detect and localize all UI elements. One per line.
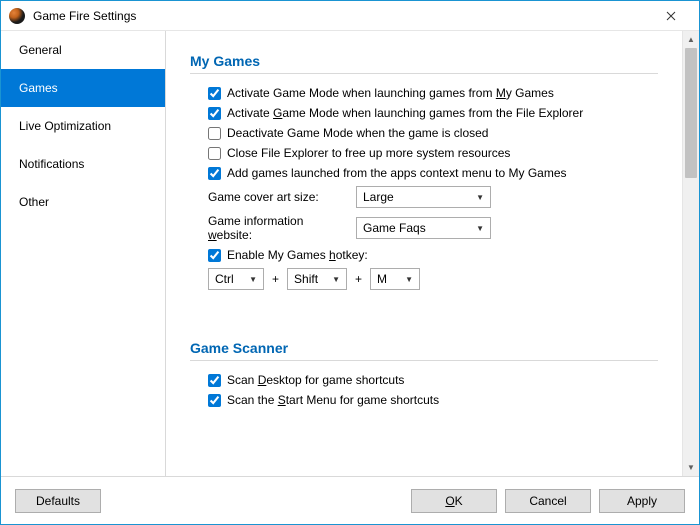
body: General Games Live Optimization Notifica… <box>1 31 699 476</box>
sidebar-item-other[interactable]: Other <box>1 183 165 221</box>
chevron-down-icon: ▼ <box>476 193 484 202</box>
label-add-context-menu: Add games launched from the apps context… <box>227 166 567 180</box>
option-scan-startmenu: Scan the Start Menu for game shortcuts <box>208 393 658 407</box>
label-scan-startmenu: Scan the Start Menu for game shortcuts <box>227 393 439 407</box>
label-enable-hotkey: Enable My Games hotkey: <box>227 248 368 262</box>
option-add-context-menu: Add games launched from the apps context… <box>208 166 658 180</box>
select-cover-art-size[interactable]: Large ▼ <box>356 186 491 208</box>
option-scan-desktop: Scan Desktop for game shortcuts <box>208 373 658 387</box>
scroll-down-icon[interactable]: ▼ <box>683 459 699 476</box>
section-title-mygames: My Games <box>190 53 658 69</box>
select-hotkey-2[interactable]: Shift ▼ <box>287 268 347 290</box>
scroll-up-icon[interactable]: ▲ <box>683 31 699 48</box>
checkbox-enable-hotkey[interactable] <box>208 249 221 262</box>
sidebar-item-notifications[interactable]: Notifications <box>1 145 165 183</box>
sidebar-item-general[interactable]: General <box>1 31 165 69</box>
checkbox-scan-desktop[interactable] <box>208 374 221 387</box>
sidebar-item-live-optimization[interactable]: Live Optimization <box>1 107 165 145</box>
select-hotkey-1-value: Ctrl <box>215 272 234 286</box>
row-info-website: Game information website: Game Faqs ▼ <box>208 214 658 242</box>
titlebar: Game Fire Settings <box>1 1 699 31</box>
select-info-website[interactable]: Game Faqs ▼ <box>356 217 491 239</box>
chevron-down-icon: ▼ <box>332 275 340 284</box>
checkbox-scan-startmenu[interactable] <box>208 394 221 407</box>
label-activate-mygames: Activate Game Mode when launching games … <box>227 86 554 100</box>
select-info-website-value: Game Faqs <box>363 221 426 235</box>
content: My Games Activate Game Mode when launchi… <box>166 31 682 476</box>
hotkey-plus: + <box>355 272 362 286</box>
settings-window: Game Fire Settings General Games Live Op… <box>0 0 700 525</box>
label-cover-art-size: Game cover art size: <box>208 190 348 204</box>
option-activate-mygames: Activate Game Mode when launching games … <box>208 86 658 100</box>
row-hotkey-combo: Ctrl ▼ + Shift ▼ + M ▼ <box>208 268 658 290</box>
label-info-website: Game information website: <box>208 214 348 242</box>
label-scan-desktop: Scan Desktop for game shortcuts <box>227 373 404 387</box>
scrollbar[interactable]: ▲ ▼ <box>682 31 699 476</box>
ok-button[interactable]: OK <box>411 489 497 513</box>
defaults-button[interactable]: Defaults <box>15 489 101 513</box>
label-deactivate-closed: Deactivate Game Mode when the game is cl… <box>227 126 488 140</box>
select-hotkey-1[interactable]: Ctrl ▼ <box>208 268 264 290</box>
checkbox-deactivate-closed[interactable] <box>208 127 221 140</box>
checkbox-add-context-menu[interactable] <box>208 167 221 180</box>
select-hotkey-3-value: M <box>377 272 387 286</box>
label-activate-explorer: Activate Game Mode when launching games … <box>227 106 583 120</box>
sidebar-item-games[interactable]: Games <box>1 69 165 107</box>
checkbox-activate-explorer[interactable] <box>208 107 221 120</box>
select-cover-art-value: Large <box>363 190 394 204</box>
option-activate-explorer: Activate Game Mode when launching games … <box>208 106 658 120</box>
select-hotkey-3[interactable]: M ▼ <box>370 268 420 290</box>
sidebar: General Games Live Optimization Notifica… <box>1 31 166 476</box>
divider <box>190 360 658 361</box>
scroll-thumb[interactable] <box>685 48 697 178</box>
select-hotkey-2-value: Shift <box>294 272 318 286</box>
checkbox-activate-mygames[interactable] <box>208 87 221 100</box>
hotkey-plus: + <box>272 272 279 286</box>
section-title-scanner: Game Scanner <box>190 340 658 356</box>
chevron-down-icon: ▼ <box>476 224 484 233</box>
content-wrap: My Games Activate Game Mode when launchi… <box>166 31 699 476</box>
option-deactivate-closed: Deactivate Game Mode when the game is cl… <box>208 126 658 140</box>
close-button[interactable] <box>651 1 691 30</box>
checkbox-close-explorer[interactable] <box>208 147 221 160</box>
option-enable-hotkey: Enable My Games hotkey: <box>208 248 658 262</box>
chevron-down-icon: ▼ <box>249 275 257 284</box>
footer: Defaults OK Cancel Apply <box>1 476 699 524</box>
row-cover-art-size: Game cover art size: Large ▼ <box>208 186 658 208</box>
option-close-explorer: Close File Explorer to free up more syst… <box>208 146 658 160</box>
chevron-down-icon: ▼ <box>405 275 413 284</box>
divider <box>190 73 658 74</box>
label-close-explorer: Close File Explorer to free up more syst… <box>227 146 510 160</box>
app-icon <box>9 8 25 24</box>
cancel-button[interactable]: Cancel <box>505 489 591 513</box>
window-title: Game Fire Settings <box>33 9 651 23</box>
close-icon <box>666 11 676 21</box>
apply-button[interactable]: Apply <box>599 489 685 513</box>
